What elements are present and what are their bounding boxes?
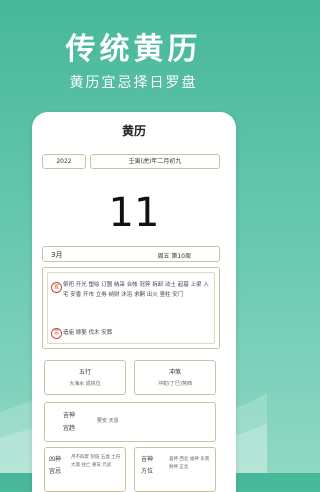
jishen-value: 要安 天恩 [97,418,119,424]
month-row[interactable]: 3月 周五 第10周 [42,246,220,262]
chongsha-box: 冲煞 冲蛇(丁巳)煞西 [134,360,216,395]
fangwei-label-2: 方位 [141,468,154,475]
jishen-box: 吉神 宜趋 要安 天恩 [44,402,216,442]
hero-subtitle: 黄历宜忌择日罗盘 [69,75,198,91]
ji-text: 造庙 嫁娶 伐木 安葬 [63,330,113,336]
ji-badge: 忌 [51,328,62,339]
month-label: 3月 [51,251,63,259]
yi-ji-panel: 宜 祭祀 开光 塑绘 订盟 纳采 合帐 冠笄 拆卸 动土 起基 上梁 入宅 安香… [42,267,220,349]
fangwei-box: 吉神 方位 喜神 西北 福神 东南 财神 正北 [134,447,216,492]
yi-badge: 宜 [51,282,62,293]
chongsha-label: 冲煞 [168,369,181,376]
wuxing-box: 五行 大海水 成执位 [44,360,126,395]
chongsha-value: 冲蛇(丁巳)煞西 [158,381,192,387]
xiongshen-label-2: 宜忌 [49,468,62,475]
jishen-label-2: 宜趋 [63,425,76,432]
yi-text: 祭祀 开光 塑绘 订盟 纳采 合帐 冠笄 拆卸 动土 起基 上梁 入宅 安香 开… [63,282,209,298]
jishen-label-1: 吉神 [63,412,76,419]
fangwei-value: 喜神 西北 福神 东南 财神 正北 [169,457,210,470]
phone-preview: 黄历 2022 壬寅(虎)年二月初九 11 3月 周五 第10周 宜 祭祀 开光… [32,112,236,492]
xiongshen-value: 月不四废 刻值 五虚 土符 大煞 往亡 重日 元武 [71,455,121,468]
xiongshen-label-1: 凶神 [49,456,62,463]
hero-title: 传统黄历 [65,32,202,67]
card-title: 黄历 [121,124,146,138]
day-number: 11 [108,190,160,236]
fangwei-label-1: 吉神 [141,456,154,463]
wuxing-value: 大海水 成执位 [69,381,101,387]
wuxing-label: 五行 [78,369,91,376]
xiongshen-box: 凶神 宜忌 月不四废 刻值 五虚 土符 大煞 往亡 重日 元武 [44,447,126,492]
weekday-week: 周五 第10周 [157,253,191,260]
lunar-date[interactable]: 壬寅(虎)年二月初九 [90,154,220,169]
year-selector[interactable]: 2022 [42,154,86,169]
